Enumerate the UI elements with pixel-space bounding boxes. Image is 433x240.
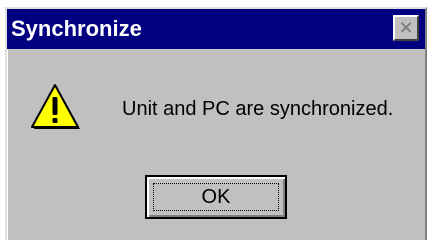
warning-icon [31,84,80,129]
ok-button-label: OK [201,186,231,208]
dialog-titlebar[interactable]: Synchronize × [7,9,425,49]
dialog-message: Unit and PC are synchronized. [122,98,394,120]
close-button[interactable]: × [393,15,419,41]
ok-button[interactable]: OK [145,175,287,219]
dialog-title: Synchronize [11,16,142,41]
close-icon: × [398,17,414,38]
synchronize-dialog: Synchronize × Unit and PC are synchroniz… [5,7,427,240]
